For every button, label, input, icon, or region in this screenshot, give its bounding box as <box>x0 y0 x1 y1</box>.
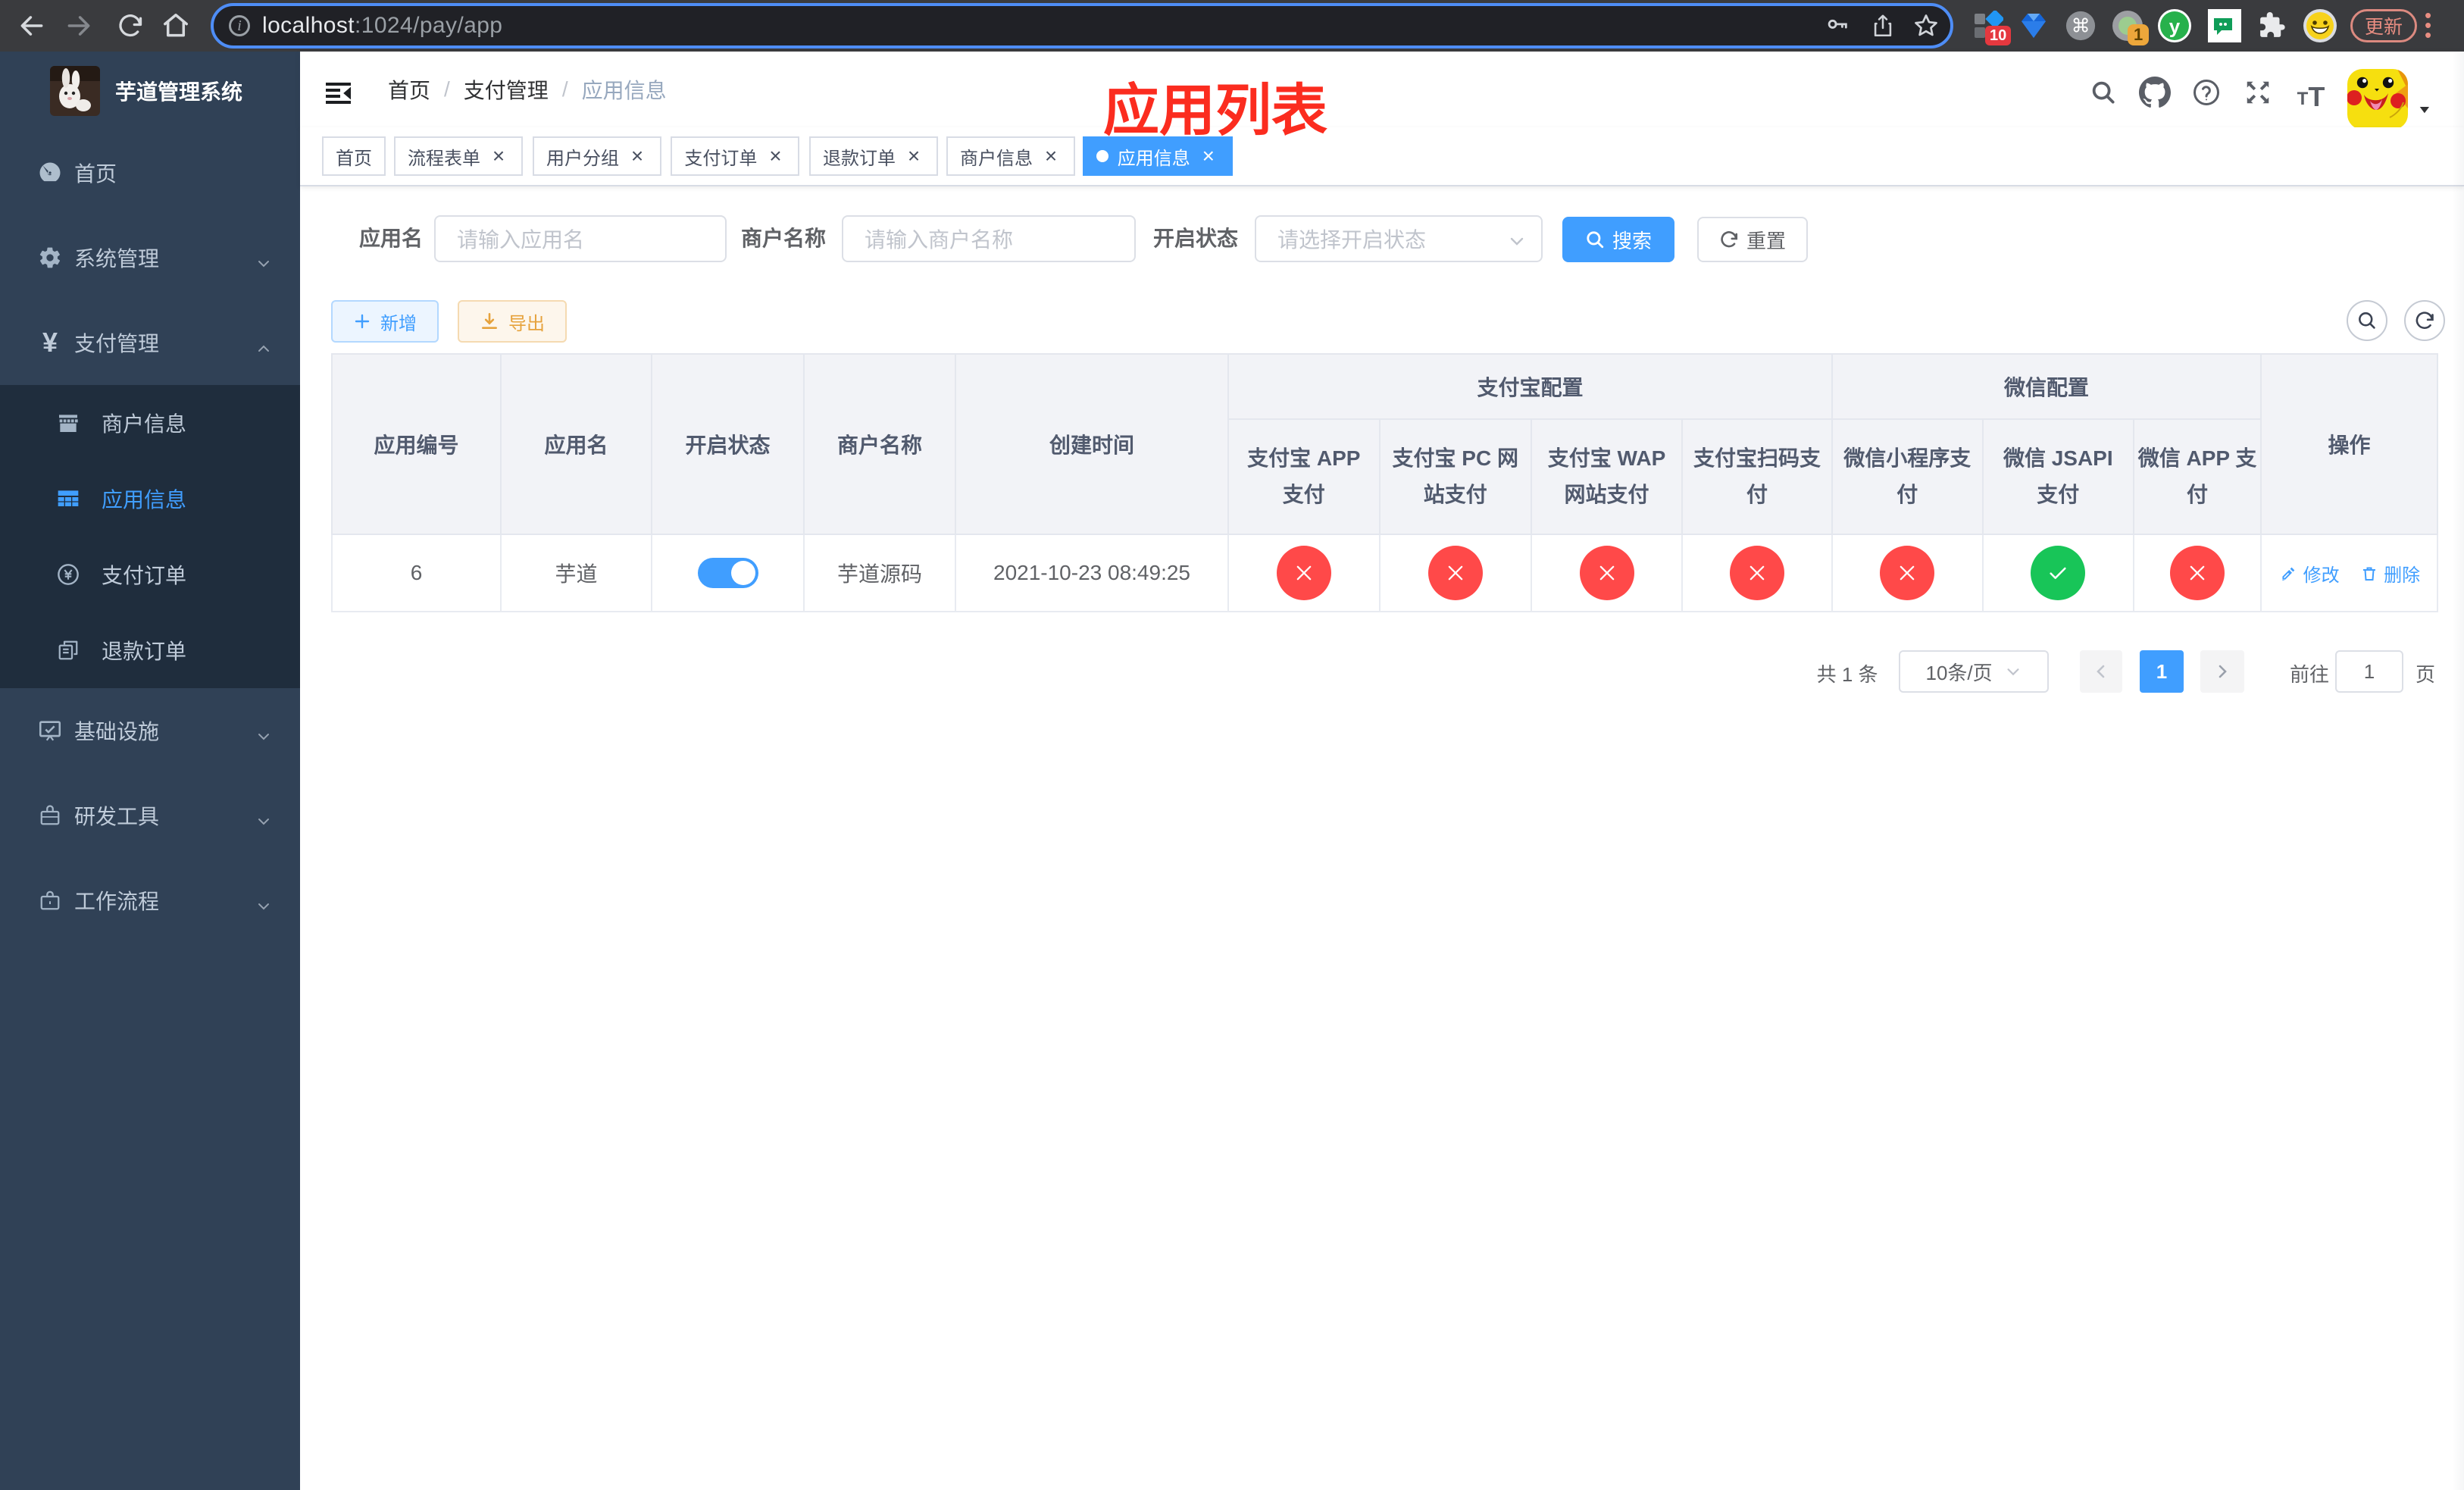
svg-text:⌘: ⌘ <box>2072 17 2090 37</box>
svg-text:y: y <box>2169 15 2181 38</box>
